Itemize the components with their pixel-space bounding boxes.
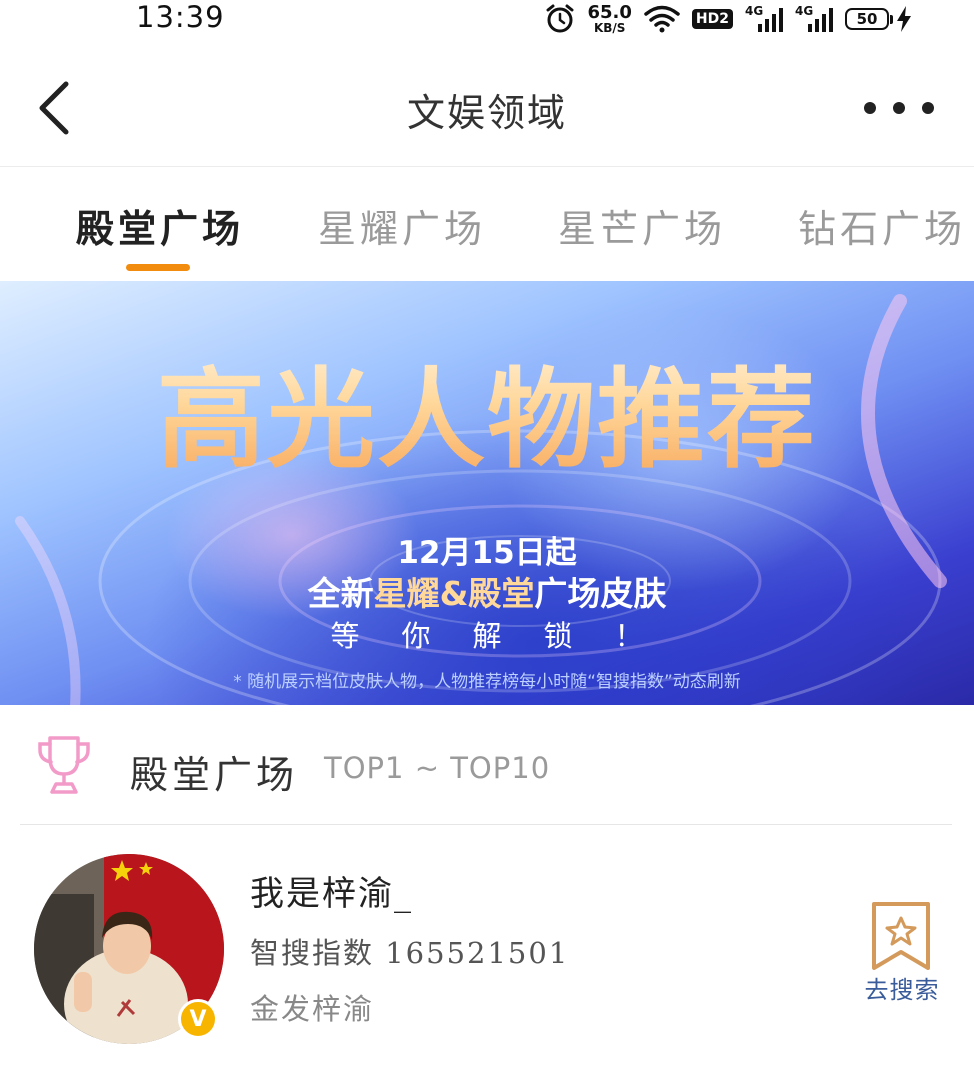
- battery-icon: 50: [845, 6, 912, 32]
- banner-subtitle-highlight: 星耀&殿堂: [373, 574, 535, 613]
- status-time: 13:39: [136, 0, 225, 34]
- more-button[interactable]: [864, 88, 934, 128]
- tab-star-light-square[interactable]: 星芒广场: [558, 198, 726, 253]
- charging-icon: [897, 6, 911, 32]
- bookmark-star-icon: [872, 902, 930, 970]
- banner-cta: 等你解锁！: [330, 619, 686, 653]
- battery-level: 50: [845, 8, 889, 30]
- section-title: 殿堂广场: [130, 753, 299, 797]
- user-name[interactable]: 我是梓渝_: [250, 866, 413, 915]
- banner-title: 高光人物推荐: [0, 333, 974, 489]
- hd-icon: HD2: [691, 9, 733, 29]
- square-tabs: 殿堂广场 星耀广场 星芒广场 钻石广场: [0, 168, 974, 280]
- alarm-icon: [546, 4, 574, 33]
- go-search-label: 去搜索: [864, 976, 940, 1004]
- signal-icon: 4G: [745, 4, 783, 32]
- network-speed-unit: KB/S: [593, 21, 626, 35]
- list-item[interactable]: V 我是梓渝_ 智搜指数 165521501 金发梓渝 去搜索: [20, 826, 952, 1070]
- section-header: 殿堂广场 TOP1 ~ TOP10: [20, 706, 952, 825]
- page-title: 文娱领域: [406, 91, 567, 135]
- tab-star-glory-square[interactable]: 星耀广场: [318, 198, 486, 253]
- signal-icon: 4G: [795, 4, 833, 32]
- verified-badge: V: [178, 999, 218, 1039]
- nav-bar: 文娱领域: [0, 48, 974, 167]
- banner-subtitle: 全新星耀&殿堂广场皮肤: [0, 567, 974, 615]
- network-speed: 65.0 KB/S: [587, 2, 632, 35]
- active-tab-indicator: [126, 264, 190, 271]
- banner-date: 12月15日起: [397, 535, 577, 571]
- status-bar: 13:39 65.0 KB/S HD2 4G 4G 50: [0, 0, 974, 40]
- promo-banner[interactable]: 高光人物推荐 12月15日起 全新星耀&殿堂广场皮肤 等你解锁！ * 随机展示档…: [0, 281, 974, 705]
- more-dots-icon: [864, 102, 876, 114]
- wifi-icon: [644, 5, 680, 33]
- tab-hall-square[interactable]: 殿堂广场: [76, 198, 244, 253]
- user-description: 金发梓渝: [250, 992, 375, 1026]
- trophy-icon: [38, 736, 90, 794]
- search-index: 智搜指数 165521501: [250, 936, 570, 970]
- section-range: TOP1 ~ TOP10: [324, 751, 551, 785]
- banner-note: * 随机展示档位皮肤人物，人物推荐榜每小时随“智搜指数”动态刷新: [233, 672, 741, 692]
- status-icons: 65.0 KB/S HD2 4G 4G 50: [545, 2, 912, 36]
- network-speed-value: 65.0: [587, 2, 632, 23]
- go-search-button[interactable]: 去搜索: [854, 900, 950, 1010]
- banner-subtitle-suffix: 广场皮肤: [534, 574, 667, 613]
- tab-diamond-square[interactable]: 钻石广场: [798, 198, 966, 253]
- banner-subtitle-prefix: 全新: [307, 574, 374, 613]
